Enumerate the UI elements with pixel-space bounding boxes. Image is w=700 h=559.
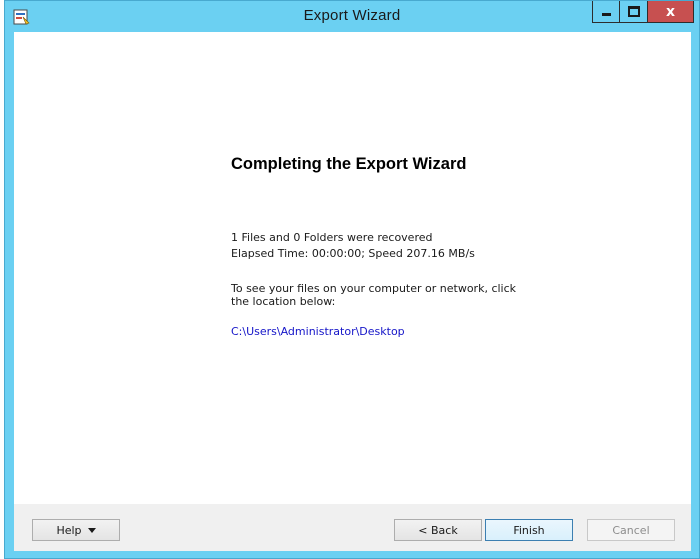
button-bar: Help < Back Finish Cancel: [14, 504, 691, 551]
maximize-button[interactable]: [619, 1, 648, 23]
page-title: Completing the Export Wizard: [231, 155, 467, 173]
back-button[interactable]: < Back: [394, 519, 482, 541]
cancel-button[interactable]: Cancel: [587, 519, 675, 541]
elapsed-time: Elapsed Time: 00:00:00; Speed 207.16 MB/…: [231, 247, 475, 260]
minimize-icon: [601, 13, 611, 16]
export-wizard-window: Export Wizard x Completing the Export Wi…: [4, 0, 700, 559]
help-button-label: Help: [56, 523, 82, 537]
location-link[interactable]: C:\Users\Administrator\Desktop: [231, 325, 405, 338]
title-bar[interactable]: Export Wizard x: [5, 1, 699, 32]
close-button[interactable]: x: [647, 1, 694, 23]
wizard-content: Completing the Export Wizard 1 Files and…: [14, 32, 691, 504]
recovered-summary: 1 Files and 0 Folders were recovered: [231, 231, 433, 244]
close-icon: x: [665, 3, 676, 20]
instruction-line-2: the location below:: [231, 295, 336, 308]
finish-button[interactable]: Finish: [485, 519, 573, 541]
maximize-icon: [627, 6, 640, 17]
help-button[interactable]: Help: [32, 519, 120, 541]
instruction-line-1: To see your files on your computer or ne…: [231, 282, 517, 295]
minimize-button[interactable]: [592, 1, 620, 23]
chevron-down-icon: [87, 527, 96, 533]
